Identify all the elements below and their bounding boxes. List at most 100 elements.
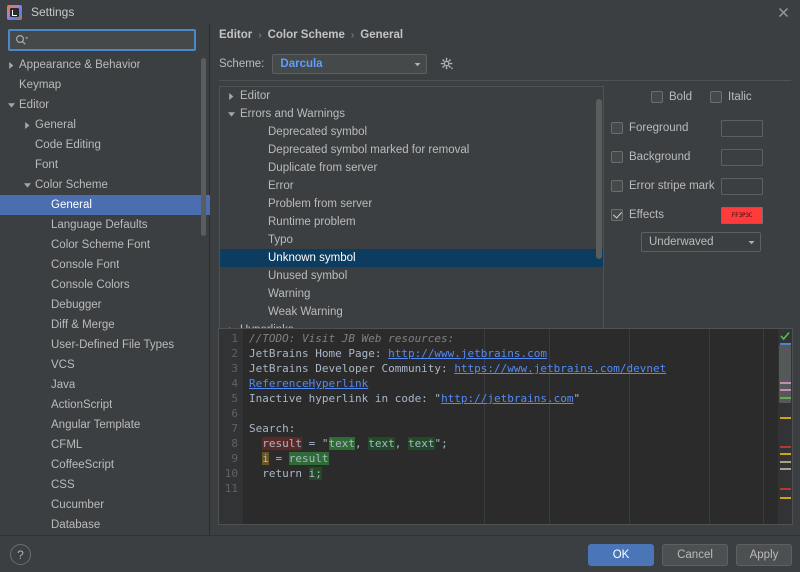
editor-scrollbar-thumb[interactable] bbox=[779, 345, 791, 403]
effects-color-swatch[interactable]: FF3P3C bbox=[721, 207, 763, 224]
search-box[interactable] bbox=[8, 29, 196, 51]
sidebar-item-label: Font bbox=[35, 159, 58, 171]
sidebar-item-java[interactable]: Java bbox=[0, 375, 210, 395]
sidebar-item-color-scheme-font[interactable]: Color Scheme Font bbox=[0, 235, 210, 255]
error-stripe-mark[interactable] bbox=[780, 461, 791, 463]
attribute-tree-item-runtime-problem[interactable]: Runtime problem bbox=[220, 213, 603, 231]
error-stripe-mark[interactable] bbox=[780, 453, 791, 455]
italic-checkbox[interactable] bbox=[710, 91, 722, 103]
color-attribute-tree[interactable]: EditorErrors and WarningsDeprecated symb… bbox=[220, 87, 603, 342]
gear-icon[interactable] bbox=[439, 56, 455, 72]
sidebar-item-console-font[interactable]: Console Font bbox=[0, 255, 210, 275]
effects-checkbox[interactable] bbox=[611, 209, 623, 221]
color-scheme-preview[interactable]: 1//TODO: Visit JB Web resources:2JetBrai… bbox=[218, 328, 793, 525]
scheme-combobox[interactable]: Darcula bbox=[272, 54, 427, 74]
error-stripe-mark[interactable] bbox=[780, 446, 791, 448]
breadcrumb-item-general[interactable]: General bbox=[360, 29, 403, 41]
error-stripe-color-swatch[interactable] bbox=[721, 178, 763, 195]
sidebar-item-angular-template[interactable]: Angular Template bbox=[0, 415, 210, 435]
error-stripe-mark[interactable] bbox=[780, 343, 791, 345]
chevron-collapsed-icon[interactable] bbox=[226, 91, 237, 102]
editor-error-stripe[interactable] bbox=[778, 329, 792, 524]
sidebar-item-coffeescript[interactable]: CoffeeScript bbox=[0, 455, 210, 475]
breadcrumb-item-color-scheme[interactable]: Color Scheme bbox=[268, 29, 345, 41]
foreground-color-swatch[interactable] bbox=[721, 120, 763, 137]
sidebar-item-vcs[interactable]: VCS bbox=[0, 355, 210, 375]
tree-spacer bbox=[38, 300, 49, 311]
search-input[interactable] bbox=[30, 34, 185, 46]
sidebar-item-general[interactable]: General bbox=[0, 195, 210, 215]
attribute-tree-item-problem-from-server[interactable]: Problem from server bbox=[220, 195, 603, 213]
scheme-row: Scheme: Darcula bbox=[219, 54, 455, 74]
background-checkbox[interactable] bbox=[611, 151, 623, 163]
error-stripe-mark-checkbox[interactable] bbox=[611, 180, 623, 192]
sidebar-item-appearance-behavior[interactable]: Appearance & Behavior bbox=[0, 55, 210, 75]
attribute-tree-item-deprecated-symbol-marked-for-removal[interactable]: Deprecated symbol marked for removal bbox=[220, 141, 603, 159]
sidebar-item-database[interactable]: Database bbox=[0, 515, 210, 535]
tree-spacer bbox=[254, 127, 265, 138]
sidebar-item-general[interactable]: General bbox=[0, 115, 210, 135]
chevron-expanded-icon[interactable] bbox=[22, 180, 33, 191]
tree-spacer bbox=[38, 200, 49, 211]
attribute-tree-item-deprecated-symbol[interactable]: Deprecated symbol bbox=[220, 123, 603, 141]
attribute-tree-item-label: Runtime problem bbox=[268, 216, 356, 228]
attribute-tree-item-errors-and-warnings[interactable]: Errors and Warnings bbox=[220, 105, 603, 123]
sidebar-item-cucumber[interactable]: Cucumber bbox=[0, 495, 210, 515]
chevron-expanded-icon[interactable] bbox=[6, 100, 17, 111]
sidebar-item-console-colors[interactable]: Console Colors bbox=[0, 275, 210, 295]
attribute-tree-item-error[interactable]: Error bbox=[220, 177, 603, 195]
chevron-collapsed-icon[interactable] bbox=[22, 120, 33, 131]
sidebar-item-user-defined-file-types[interactable]: User-Defined File Types bbox=[0, 335, 210, 355]
help-button[interactable]: ? bbox=[10, 544, 31, 565]
error-stripe-mark[interactable] bbox=[780, 389, 791, 391]
sidebar-item-debugger[interactable]: Debugger bbox=[0, 295, 210, 315]
attribute-tree-item-duplicate-from-server[interactable]: Duplicate from server bbox=[220, 159, 603, 177]
attribute-tree-item-typo[interactable]: Typo bbox=[220, 231, 603, 249]
sidebar-item-language-defaults[interactable]: Language Defaults bbox=[0, 215, 210, 235]
error-stripe-mark[interactable] bbox=[780, 417, 791, 419]
code-line: 3JetBrains Developer Community: https://… bbox=[219, 361, 792, 376]
code-token: , bbox=[395, 437, 408, 450]
error-stripe-mark[interactable] bbox=[780, 497, 791, 499]
code-line: 10 return i; bbox=[219, 466, 792, 481]
sidebar-item-css[interactable]: CSS bbox=[0, 475, 210, 495]
sidebar-item-font[interactable]: Font bbox=[0, 155, 210, 175]
search-icon bbox=[15, 34, 28, 47]
preview-code: 1//TODO: Visit JB Web resources:2JetBrai… bbox=[219, 331, 792, 496]
attribute-tree-item-weak-warning[interactable]: Weak Warning bbox=[220, 303, 603, 321]
apply-button[interactable]: Apply bbox=[736, 544, 792, 566]
sidebar-item-keymap[interactable]: Keymap bbox=[0, 75, 210, 95]
sidebar-item-editor[interactable]: Editor bbox=[0, 95, 210, 115]
background-color-swatch[interactable] bbox=[721, 149, 763, 166]
close-icon[interactable] bbox=[775, 4, 792, 21]
attribute-tree-item-unknown-symbol[interactable]: Unknown symbol bbox=[220, 249, 603, 267]
attribute-tree-item-unused-symbol[interactable]: Unused symbol bbox=[220, 267, 603, 285]
settings-category-tree[interactable]: Appearance & BehaviorKeymapEditorGeneral… bbox=[0, 55, 210, 535]
sidebar-scrollbar-thumb[interactable] bbox=[201, 58, 206, 236]
breadcrumb-item-editor[interactable]: Editor bbox=[219, 29, 252, 41]
sidebar-item-color-scheme[interactable]: Color Scheme bbox=[0, 175, 210, 195]
chevron-expanded-icon[interactable] bbox=[226, 109, 237, 120]
error-stripe-mark[interactable] bbox=[780, 397, 791, 399]
error-stripe-mark[interactable] bbox=[780, 488, 791, 490]
bold-checkbox[interactable] bbox=[651, 91, 663, 103]
tree-spacer bbox=[38, 420, 49, 431]
attribute-tree-item-warning[interactable]: Warning bbox=[220, 285, 603, 303]
attribute-tree-item-label: Problem from server bbox=[268, 198, 372, 210]
cancel-button[interactable]: Cancel bbox=[662, 544, 728, 566]
sidebar-item-code-editing[interactable]: Code Editing bbox=[0, 135, 210, 155]
chevron-collapsed-icon[interactable] bbox=[6, 60, 17, 71]
sidebar-item-actionscript[interactable]: ActionScript bbox=[0, 395, 210, 415]
foreground-checkbox[interactable] bbox=[611, 122, 623, 134]
attribute-tree-scrollbar-thumb[interactable] bbox=[596, 99, 602, 259]
error-stripe-mark[interactable] bbox=[780, 382, 791, 384]
tree-spacer bbox=[254, 217, 265, 228]
effect-type-combobox[interactable]: Underwaved bbox=[641, 232, 761, 252]
foreground-label: Foreground bbox=[629, 122, 688, 134]
ok-button[interactable]: OK bbox=[588, 544, 654, 566]
attribute-tree-item-label: Deprecated symbol marked for removal bbox=[268, 144, 469, 156]
sidebar-item-cfml[interactable]: CFML bbox=[0, 435, 210, 455]
error-stripe-mark[interactable] bbox=[780, 468, 791, 470]
sidebar-item-diff-merge[interactable]: Diff & Merge bbox=[0, 315, 210, 335]
attribute-tree-item-editor[interactable]: Editor bbox=[220, 87, 603, 105]
